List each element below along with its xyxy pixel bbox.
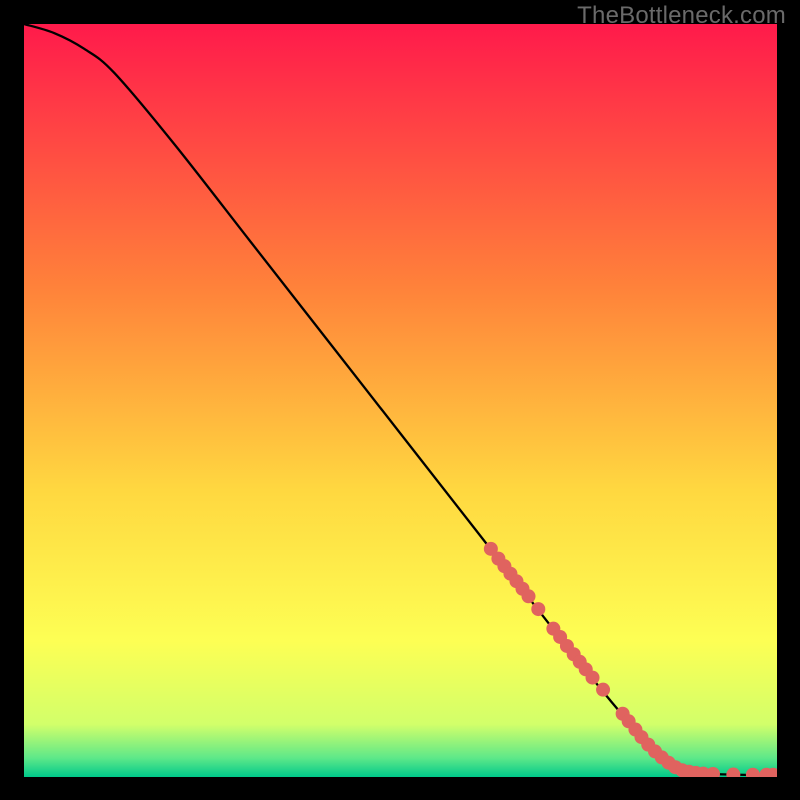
- chart-container: TheBottleneck.com: [0, 0, 800, 800]
- watermark-text: TheBottleneck.com: [577, 2, 786, 30]
- data-marker: [522, 589, 536, 603]
- plot-svg: [24, 24, 777, 777]
- plot-area: [24, 24, 777, 777]
- gradient-background: [24, 24, 777, 777]
- data-marker: [596, 683, 610, 697]
- data-marker: [586, 671, 600, 685]
- data-marker: [531, 602, 545, 616]
